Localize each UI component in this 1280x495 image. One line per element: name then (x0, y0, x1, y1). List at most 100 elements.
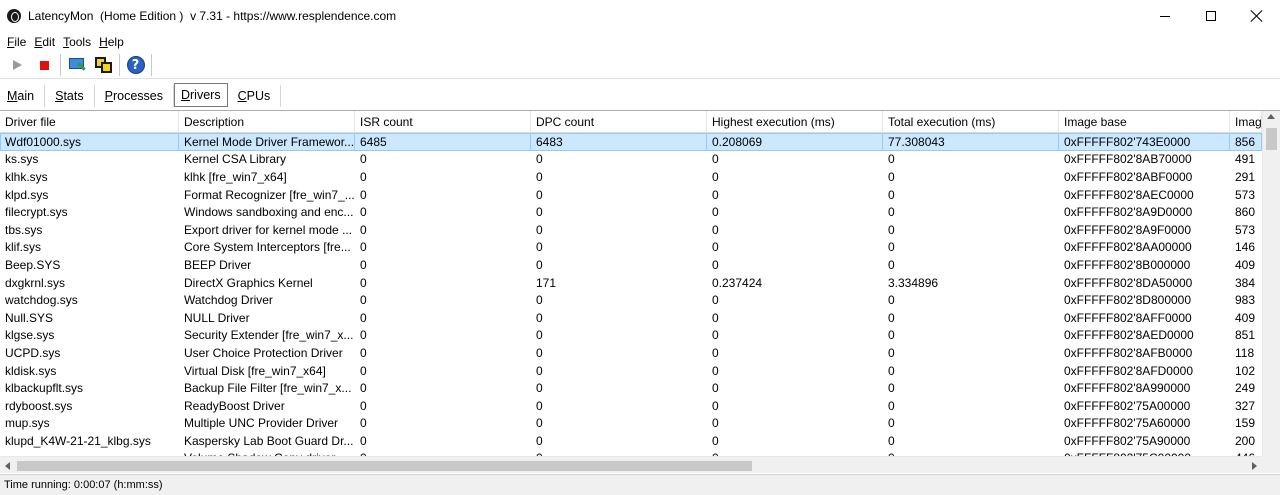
column-header-dpc-count[interactable]: DPC count (531, 111, 707, 133)
tab-processes[interactable]: Processes (95, 85, 174, 107)
minimize-button[interactable] (1142, 0, 1188, 32)
cell-total-execution: 0 (888, 222, 895, 237)
cell-image-size: 249 (1235, 381, 1256, 396)
column-header-isr-count[interactable]: ISR count (355, 111, 531, 133)
cell-driver-file: UCPD.sys (5, 345, 61, 360)
table-row[interactable]: klbackupflt.sys Backup File Filter [fre_w… (0, 379, 1262, 397)
cell-image-base: 0xFFFFF802'8A990000 (1064, 381, 1191, 396)
cell-image-size: 573 (1235, 187, 1256, 202)
table-row[interactable]: dxgkrnl.sys DirectX Graphics Kernel 0 171 0.… (0, 274, 1262, 292)
cell-driver-file: klupd_K4W-21-21_klbg.sys (5, 433, 151, 448)
vertical-scrollbar[interactable] (1262, 111, 1280, 456)
minimize-icon (1160, 15, 1170, 17)
scroll-right-icon[interactable] (1252, 462, 1257, 470)
drivers-table[interactable]: Driver file Description ISR count DPC co… (0, 110, 1280, 473)
column-header-total-execution[interactable]: Total execution (ms) (883, 111, 1059, 133)
cell-dpc-count: 0 (536, 205, 543, 220)
menu-help[interactable]: Help (95, 35, 128, 49)
window-button[interactable] (90, 53, 117, 77)
cell-image-size: 860 (1235, 205, 1256, 220)
menu-edit[interactable]: Edit (30, 35, 59, 49)
cell-total-execution: 3.334896 (888, 275, 939, 290)
cell-highest-execution: 0.237424 (712, 275, 763, 290)
title-bar: LatencyMon (Home Edition ) v 7.31 - http… (0, 0, 1280, 32)
table-row[interactable]: klpd.sys Format Recognizer [fre_win7_... 0… (0, 186, 1262, 204)
tab-cpus[interactable]: C PUs (228, 85, 282, 107)
cell-driver-file: klif.sys (5, 240, 41, 255)
help-button[interactable]: ? (122, 53, 149, 77)
play-icon (13, 60, 22, 70)
table-row[interactable]: klupd_K4W-21-21_klbg.sys Kaspersky Lab Bo… (0, 432, 1262, 450)
maximize-button[interactable] (1188, 0, 1234, 32)
menu-file-label: ile (14, 35, 27, 49)
horizontal-scrollbar[interactable] (0, 456, 1262, 473)
window-title: LatencyMon (Home Edition ) v 7.31 - http… (28, 9, 397, 23)
cell-total-execution: 0 (888, 398, 895, 413)
cell-image-size: 851 (1235, 328, 1256, 343)
cell-image-base: 0xFFFFF802'8ABF0000 (1064, 169, 1193, 184)
cell-driver-file: klhk.sys (5, 169, 48, 184)
cell-dpc-count: 0 (536, 328, 543, 343)
tab-drivers[interactable]: Drivers (173, 83, 228, 107)
column-header-description[interactable]: Description (179, 111, 355, 133)
stop-button[interactable] (31, 53, 58, 77)
close-button[interactable] (1234, 0, 1280, 32)
cell-image-size: 118 (1235, 345, 1255, 360)
table-row[interactable]: kldisk.sys Virtual Disk [fre_win7_x64] 0 0 0… (0, 362, 1262, 380)
table-row[interactable]: klgse.sys Security Extender [fre_win7_x..… (0, 327, 1262, 345)
table-row[interactable]: watchdog.sys Watchdog Driver 0 0 0 0 0xFFFFF80… (0, 291, 1262, 309)
cell-description: Kernel CSA Library (184, 152, 287, 167)
tab-bar: Main Stats Processes Drivers C PUs (0, 81, 1280, 107)
table-row[interactable]: Beep.SYS BEEP Driver 0 0 0 0 0xFFFFF802'8B0000… (0, 256, 1262, 274)
horizontal-scroll-thumb[interactable] (17, 461, 752, 471)
column-header-highest-execution[interactable]: Highest execution (ms) (707, 111, 883, 133)
tab-stats[interactable]: Stats (45, 85, 95, 107)
table-row[interactable]: rdyboost.sys ReadyBoost Driver 0 0 0 0 0xFFFFF… (0, 397, 1262, 415)
app-logo-icon (7, 9, 21, 23)
menu-tools-label: ools (69, 35, 92, 49)
column-header-driver-file[interactable]: Driver file (0, 111, 179, 133)
menu-help-mnemonic: H (99, 35, 108, 49)
table-row[interactable]: filecrypt.sys Windows sandboxing and enc.… (0, 203, 1262, 221)
column-header-image-base[interactable]: Image base (1059, 111, 1230, 133)
table-body: Wdf01000.sys Kernel Mode Driver Framewor.… (0, 133, 1262, 456)
table-row[interactable]: mup.sys Multiple UNC Provider Driver 0 0 0 0 0… (0, 415, 1262, 433)
cell-dpc-count: 0 (536, 345, 543, 360)
tab-processes-mnemonic: P (104, 89, 113, 103)
cell-description: klhk [fre_win7_x64] (184, 169, 287, 184)
table-row[interactable]: Wdf01000.sys Kernel Mode Driver Framewor.… (0, 133, 1262, 151)
cell-description: Format Recognizer [fre_win7_... (184, 187, 355, 202)
cell-image-base: 0xFFFFF802'8DA50000 (1064, 275, 1193, 290)
column-header-image-size[interactable]: Imag (1230, 111, 1262, 133)
table-row[interactable]: tbs.sys Export driver for kernel mode ...… (0, 221, 1262, 239)
vertical-scroll-thumb[interactable] (1266, 128, 1277, 150)
cell-total-execution: 0 (888, 310, 895, 325)
tool-button[interactable] (63, 53, 90, 77)
time-running-text: Time running: 0:00:07 (h:mm:ss) (4, 479, 163, 491)
scroll-up-icon[interactable] (1267, 114, 1275, 119)
table-row[interactable]: Null.SYS NULL Driver 0 0 0 0 0xFFFFF802'8AFF00… (0, 309, 1262, 327)
table-row[interactable]: klif.sys Core System Interceptors [fre...… (0, 239, 1262, 257)
menu-help-label: elp (107, 35, 124, 49)
table-row[interactable]: ks.sys Kernel CSA Library 0 0 0 0 0xFFFFF802'8… (0, 151, 1262, 169)
cell-highest-execution: 0 (712, 293, 719, 308)
cell-driver-file: tbs.sys (5, 222, 43, 237)
start-button[interactable] (4, 53, 31, 77)
cell-total-execution: 0 (888, 152, 895, 167)
scroll-left-icon[interactable] (5, 462, 10, 470)
toolbar-separator (151, 54, 152, 76)
cell-description: DirectX Graphics Kernel (184, 275, 313, 290)
cell-total-execution: 0 (888, 187, 895, 202)
cell-image-size: 983 (1235, 293, 1256, 308)
tab-main[interactable]: Main (1, 85, 46, 107)
cell-description: Security Extender [fre_win7_x... (184, 328, 354, 343)
cell-description: Core System Interceptors [fre... (184, 240, 351, 255)
table-row[interactable]: UCPD.sys User Choice Protection Driver 0 0 0… (0, 344, 1262, 362)
menu-tools[interactable]: Tools (59, 35, 95, 49)
menu-file[interactable]: File (3, 35, 30, 49)
cell-isr-count: 0 (360, 275, 367, 290)
cell-isr-count: 0 (360, 152, 367, 167)
table-row[interactable]: klhk.sys klhk [fre_win7_x64] 0 0 0 0 0xFFFFF80… (0, 168, 1262, 186)
cell-isr-count: 0 (360, 169, 367, 184)
cell-driver-file: rdyboost.sys (5, 398, 73, 413)
